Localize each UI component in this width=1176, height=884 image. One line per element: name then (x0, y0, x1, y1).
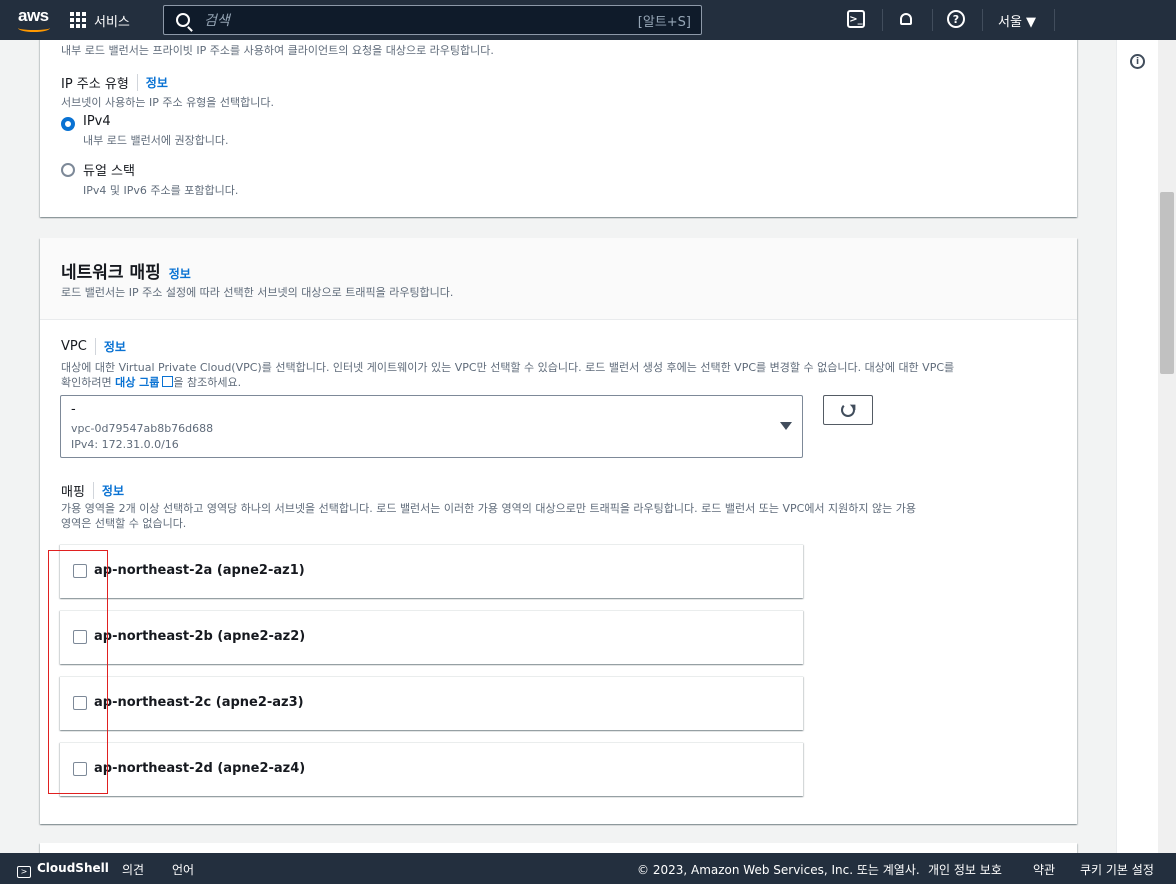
az-label: ap-northeast-2a (apne2-az1) (94, 563, 305, 578)
section-description: 로드 밸런서는 IP 주소 설정에 따라 선택한 서브넷의 대상으로 트래픽을 … (61, 286, 454, 299)
az-card: ap-northeast-2c (apne2-az3) (60, 676, 803, 730)
terms-link[interactable]: 약관 (1033, 861, 1055, 878)
az-card: ap-northeast-2b (apne2-az2) (60, 610, 803, 664)
radio-dual-stack[interactable]: 듀얼 스택 IPv4 및 IPv6 주소를 포함합니다. (61, 160, 238, 198)
az-checkbox[interactable] (73, 564, 87, 578)
ip-type-info-link[interactable]: 정보 (136, 74, 168, 91)
help-icon[interactable]: ? (947, 10, 965, 28)
radio-description: 내부 로드 밸런서에 권장합니다. (83, 134, 229, 147)
search-shortcut: [알트+S] (637, 14, 691, 30)
search-placeholder: 검색 (204, 13, 230, 29)
az-label: ap-northeast-2b (apne2-az2) (94, 629, 306, 644)
feedback-link[interactable]: 의견 (122, 861, 144, 878)
next-panel (40, 843, 1077, 853)
grid-icon (70, 12, 86, 28)
radio-description: IPv4 및 IPv6 주소를 포함합니다. (83, 184, 239, 197)
radio-button[interactable] (61, 163, 75, 177)
bell-icon (900, 13, 912, 25)
radio-label: 듀얼 스택 (83, 164, 135, 179)
aws-smile-icon (18, 24, 50, 32)
terminal-icon: > (17, 866, 31, 878)
section-header: 네트워크 매핑 정보 로드 밸런서는 IP 주소 설정에 따라 선택한 서브넷의… (40, 238, 1077, 320)
vpc-label: VPC (61, 339, 87, 354)
vpc-selected-cidr: IPv4: 172.31.0.0/16 (71, 438, 179, 451)
privacy-link[interactable]: 개인 정보 보호 (928, 861, 1002, 878)
mapping-label-row: 매핑 정보 (61, 481, 124, 500)
top-navigation: aws 서비스 검색 [알트+S] >_ ? 서울 ▼ (0, 0, 1176, 40)
info-icon[interactable]: i (1130, 54, 1145, 69)
tools-rail: i (1116, 40, 1158, 853)
caret-down-icon (780, 422, 792, 430)
nav-divider (982, 9, 983, 31)
ip-type-description: 서브넷이 사용하는 IP 주소 유형을 선택합니다. (61, 96, 275, 109)
mapping-label: 매핑 (61, 485, 85, 500)
az-checkbox[interactable] (73, 762, 87, 776)
network-mapping-panel: 네트워크 매핑 정보 로드 밸런서는 IP 주소 설정에 따라 선택한 서브넷의… (40, 238, 1077, 824)
target-group-link[interactable]: 대상 그룹 (115, 376, 174, 389)
services-menu-button[interactable]: 서비스 (70, 11, 130, 30)
vpc-select[interactable]: - vpc-0d79547ab8b76d688 IPv4: 172.31.0.0… (60, 395, 803, 458)
ip-address-panel: 내부 로드 밸런서는 프라이빗 IP 주소를 사용하여 클라이언트의 요청을 대… (40, 40, 1077, 217)
cloudshell-button[interactable]: > CloudShell (17, 861, 109, 878)
footer: > CloudShell 의견 언어 © 2023, Amazon Web Ser… (0, 853, 1176, 884)
section-info-link[interactable]: 정보 (169, 265, 191, 282)
cloudshell-icon[interactable]: >_ (847, 10, 865, 28)
language-link[interactable]: 언어 (172, 861, 194, 878)
mapping-info-link[interactable]: 정보 (92, 482, 124, 499)
cookie-preferences-link[interactable]: 쿠키 기본 설정 (1080, 861, 1154, 878)
mapping-description-line2: 영역은 선택할 수 없습니다. (61, 517, 187, 530)
az-card: ap-northeast-2a (apne2-az1) (60, 544, 803, 598)
section-title: 네트워크 매핑 (61, 263, 161, 283)
radio-ipv4[interactable]: IPv4 내부 로드 밸런서에 권장합니다. (61, 114, 229, 148)
ip-type-label: IP 주소 유형 (61, 77, 129, 92)
search-icon (176, 13, 190, 27)
nav-divider (882, 9, 883, 31)
main-content: 내부 로드 밸런서는 프라이빗 IP 주소를 사용하여 클라이언트의 요청을 대… (0, 40, 1116, 853)
az-label: ap-northeast-2d (apne2-az4) (94, 761, 306, 776)
region-selector[interactable]: 서울 ▼ (998, 11, 1036, 30)
nav-divider (932, 9, 933, 31)
scroll-thumb[interactable] (1160, 192, 1174, 374)
cut-off-description: 내부 로드 밸런서는 프라이빗 IP 주소를 사용하여 클라이언트의 요청을 대… (61, 44, 494, 57)
aws-logo[interactable]: aws (14, 0, 64, 40)
services-label: 서비스 (94, 14, 130, 30)
notifications-button[interactable] (897, 10, 915, 28)
radio-button-checked[interactable] (61, 117, 75, 131)
az-checkbox[interactable] (73, 696, 87, 710)
az-checkbox[interactable] (73, 630, 87, 644)
radio-label: IPv4 (83, 114, 111, 129)
az-card: ap-northeast-2d (apne2-az4) (60, 742, 803, 796)
vpc-selected-name: - (71, 402, 76, 417)
ip-type-label-row: IP 주소 유형 정보 (61, 73, 168, 92)
refresh-icon (841, 403, 855, 417)
copyright-text: © 2023, Amazon Web Services, Inc. 또는 계열사… (637, 863, 920, 877)
vpc-description: 대상에 대한 Virtual Private Cloud(VPC)를 선택합니다… (61, 361, 955, 374)
vpc-selected-id: vpc-0d79547ab8b76d688 (71, 422, 214, 435)
az-label: ap-northeast-2c (apne2-az3) (94, 695, 304, 710)
vpc-description-line2: 확인하려면 대상 그룹 을 참조하세요. (61, 376, 242, 389)
external-link-icon (162, 376, 174, 387)
scrollbar[interactable] (1158, 40, 1176, 853)
refresh-button[interactable] (823, 395, 873, 425)
search-input[interactable]: 검색 [알트+S] (163, 5, 702, 35)
vpc-label-row: VPC 정보 (61, 338, 126, 355)
section-title-row: 네트워크 매핑 정보 (61, 258, 191, 283)
vpc-info-link[interactable]: 정보 (94, 338, 126, 355)
nav-divider (1054, 9, 1055, 31)
mapping-description: 가용 영역을 2개 이상 선택하고 영역당 하나의 서브넷을 선택합니다. 로드… (61, 502, 917, 515)
